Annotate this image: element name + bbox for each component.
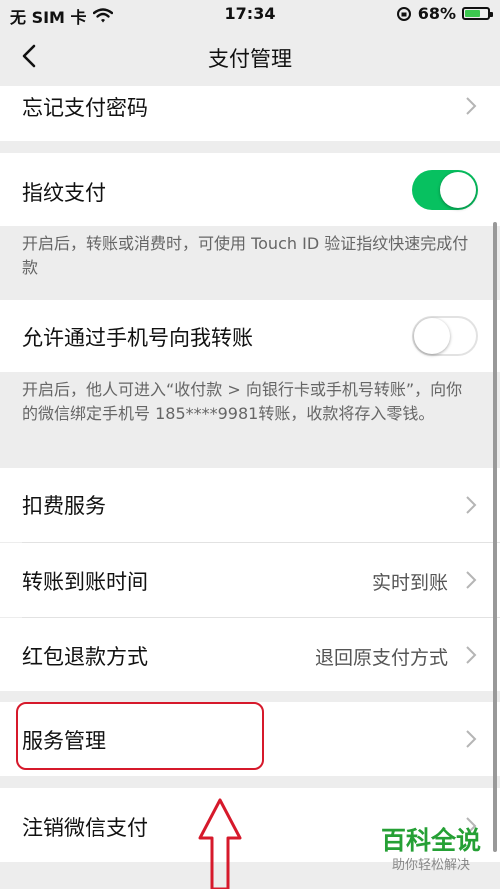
transfer-time-row[interactable]: 转账到账时间 实时到账 <box>0 543 500 617</box>
chevron-right-icon <box>466 646 477 664</box>
highlight-box <box>16 702 264 770</box>
fingerprint-pay-row: 指纹支付 <box>0 153 500 226</box>
deduction-service-label: 扣费服务 <box>22 494 106 518</box>
chevron-right-icon <box>466 730 477 748</box>
deduction-service-row[interactable]: 扣费服务 <box>0 468 500 542</box>
toggle-knob <box>440 172 476 208</box>
status-bar: 无 SIM 卡 17:34 68% <box>0 0 500 28</box>
forgot-password-row[interactable]: 忘记支付密码 <box>0 86 500 141</box>
watermark-slogan: 助你轻松解决 <box>391 858 470 873</box>
page-title: 支付管理 <box>208 47 292 71</box>
nav-bar: 支付管理 <box>0 28 500 86</box>
chevron-right-icon <box>466 571 477 589</box>
close-wechat-pay-label: 注销微信支付 <box>22 816 148 840</box>
fingerprint-pay-label: 指纹支付 <box>22 181 106 205</box>
transfer-time-value: 实时到账 <box>371 572 448 594</box>
red-packet-refund-label: 红包退款方式 <box>22 645 148 669</box>
fingerprint-pay-toggle[interactable] <box>412 170 478 210</box>
battery-percent: 68% <box>417 4 456 23</box>
chevron-right-icon <box>466 496 477 514</box>
red-packet-refund-value: 退回原支付方式 <box>314 647 448 669</box>
watermark-brand: 百科全说 <box>380 826 481 855</box>
red-packet-refund-row[interactable]: 红包退款方式 退回原支付方式 <box>0 618 500 691</box>
transfer-time-label: 转账到账时间 <box>22 570 148 594</box>
phone-transfer-toggle[interactable] <box>412 316 478 356</box>
chevron-right-icon <box>466 97 477 115</box>
status-right: 68% <box>396 4 493 23</box>
phone-transfer-description: 开启后，他人可进入“收付款 > 向银行卡或手机号转账”，向你的微信绑定手机号 1… <box>22 380 463 423</box>
watermark-logo: 百科全说 助你轻松解决 <box>368 826 494 884</box>
scroll-indicator <box>493 222 497 852</box>
phone-transfer-label: 允许通过手机号向我转账 <box>22 326 253 350</box>
battery-icon <box>462 7 493 20</box>
fingerprint-pay-description: 开启后，转账或消费时，可使用 Touch ID 验证指纹快速完成付款 <box>22 234 469 277</box>
up-arrow-icon <box>198 798 242 889</box>
phone-transfer-row: 允许通过手机号向我转账 <box>0 300 500 372</box>
orientation-lock-icon <box>396 6 411 21</box>
battery-fill <box>465 10 480 17</box>
forgot-password-label: 忘记支付密码 <box>22 96 148 120</box>
toggle-knob <box>414 318 450 354</box>
